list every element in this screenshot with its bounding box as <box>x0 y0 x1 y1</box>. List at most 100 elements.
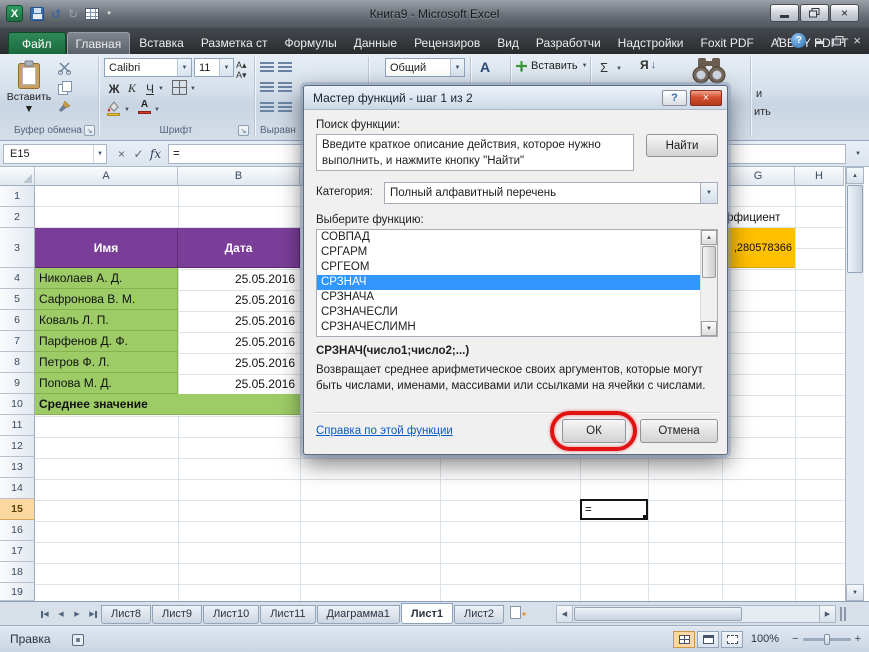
date-cell[interactable]: 25.05.2016 <box>178 352 300 373</box>
fill-color-icon[interactable] <box>106 100 121 116</box>
row-header[interactable]: 16 <box>0 520 35 541</box>
row-header[interactable]: 19 <box>0 583 35 601</box>
scroll-down-icon[interactable]: ▼ <box>701 321 717 336</box>
function-list-item[interactable]: СРЗНАЧА <box>317 290 717 305</box>
name-box-dropdown-icon[interactable]: ▼ <box>93 145 106 163</box>
font-color-icon[interactable]: А <box>138 99 151 114</box>
excel-logo-icon[interactable]: X <box>6 5 23 22</box>
function-search-input[interactable]: Введите краткое описание действия, котор… <box>316 134 634 171</box>
save-icon[interactable] <box>30 7 44 21</box>
name-cell[interactable]: Попова М. Д. <box>35 373 178 394</box>
row-header[interactable]: 12 <box>0 436 35 457</box>
cut-icon[interactable] <box>56 60 72 76</box>
sheet-tab-list11[interactable]: Лист11 <box>260 605 315 624</box>
horizontal-scrollbar[interactable]: ◀ ▶ <box>556 605 836 623</box>
row-header[interactable]: 3 <box>0 228 35 268</box>
tab-vstavka[interactable]: Вставка <box>131 32 192 54</box>
normal-view-button[interactable] <box>673 631 695 648</box>
function-list-item-selected[interactable]: СРЗНАЧ <box>317 275 717 290</box>
font-color-dropdown-icon[interactable]: ▼ <box>154 107 160 113</box>
date-cell[interactable]: 25.05.2016 <box>178 289 300 310</box>
minimize-button[interactable] <box>770 4 799 22</box>
column-header[interactable]: H <box>795 167 844 186</box>
underline-dropdown-icon[interactable]: ▼ <box>158 86 164 92</box>
function-help-link[interactable]: Справка по этой функции <box>316 425 453 437</box>
previous-sheet-button[interactable]: ◀ <box>53 606 69 622</box>
sheet-tab-diagramma1[interactable]: Диаграмма1 <box>317 605 400 624</box>
row-header[interactable]: 8 <box>0 352 35 373</box>
name-cell[interactable]: Парфенов Д. Ф. <box>35 331 178 352</box>
restore-button[interactable] <box>800 4 829 22</box>
row-header[interactable]: 2 <box>0 207 35 228</box>
insert-worksheet-icon[interactable]: * <box>509 605 526 622</box>
column-header[interactable]: G <box>722 167 795 186</box>
font-dialog-launcher[interactable]: ↘ <box>238 125 249 136</box>
bold-button[interactable]: Ж <box>106 80 122 97</box>
sheet-tab-list8[interactable]: Лист8 <box>101 605 151 624</box>
function-list-item[interactable]: СРГАРМ <box>317 245 717 260</box>
align-left-icon[interactable] <box>260 82 274 92</box>
increase-indent-icon[interactable] <box>278 102 292 112</box>
name-box[interactable]: E15 ▼ <box>3 144 107 164</box>
close-button[interactable]: × <box>830 4 859 22</box>
find-select-icon[interactable] <box>690 56 728 84</box>
dialog-close-button[interactable]: × <box>690 90 722 106</box>
dropdown-arrow-icon[interactable]: ▼ <box>700 183 717 203</box>
copy-icon[interactable] <box>56 79 72 95</box>
date-cell[interactable]: 25.05.2016 <box>178 310 300 331</box>
find-button[interactable]: Найти <box>646 134 718 157</box>
zoom-track[interactable] <box>803 638 851 641</box>
name-cell[interactable]: Сафронова В. М. <box>35 289 178 310</box>
collapse-ribbon-icon[interactable]: ∧ <box>775 36 782 46</box>
italic-button[interactable]: К <box>124 80 140 97</box>
zoom-thumb[interactable] <box>824 634 830 645</box>
clipboard-dialog-launcher[interactable]: ↘ <box>84 125 95 136</box>
scroll-right-icon[interactable]: ▶ <box>819 606 835 622</box>
dialog-title-bar[interactable]: Мастер функций - шаг 1 из 2 ? × <box>304 86 727 110</box>
tab-file[interactable]: Файл <box>8 32 66 54</box>
date-cell[interactable]: 25.05.2016 <box>178 373 300 394</box>
decrease-indent-icon[interactable] <box>260 102 274 112</box>
date-cell[interactable]: 25.05.2016 <box>178 331 300 352</box>
zoom-in-icon[interactable]: + <box>855 634 861 645</box>
next-sheet-button[interactable]: ▶ <box>69 606 85 622</box>
workbook-restore-icon[interactable] <box>833 36 844 46</box>
scroll-down-icon[interactable]: ▼ <box>846 584 864 601</box>
sort-filter-icon[interactable]: Я↓ <box>640 58 656 72</box>
row-header[interactable]: 14 <box>0 478 35 499</box>
borders-icon[interactable] <box>172 80 187 95</box>
table-header-date[interactable]: Дата <box>178 228 300 268</box>
date-cell[interactable]: 25.05.2016 <box>178 268 300 289</box>
row-header[interactable]: 11 <box>0 415 35 436</box>
select-all-corner[interactable] <box>0 167 35 186</box>
cancel-button[interactable]: Отмена <box>640 419 718 443</box>
row-header[interactable]: 13 <box>0 457 35 478</box>
scrollbar-thumb[interactable] <box>847 185 863 273</box>
vertical-scrollbar[interactable]: ▲ ▼ <box>845 167 864 601</box>
format-painter-icon[interactable] <box>56 98 72 114</box>
column-header[interactable]: A <box>35 167 178 186</box>
row-header-active[interactable]: 15 <box>0 499 35 520</box>
column-header[interactable]: B <box>178 167 300 186</box>
row-header[interactable]: 5 <box>0 289 35 310</box>
active-cell-e15[interactable]: = <box>580 499 648 520</box>
row-header[interactable]: 17 <box>0 541 35 562</box>
table-header-name[interactable]: Имя <box>35 228 178 268</box>
align-top-icon[interactable] <box>260 62 274 72</box>
autosum-dropdown-icon[interactable]: ▼ <box>616 66 622 72</box>
sheet-tab-list2[interactable]: Лист2 <box>454 605 504 624</box>
qat-dropdown-icon[interactable]: ▼ <box>106 11 112 17</box>
number-format-select[interactable]: Общий ▼ <box>385 58 465 77</box>
name-cell[interactable]: Петров Ф. Л. <box>35 352 178 373</box>
tab-razmetka[interactable]: Разметка ст <box>193 32 276 54</box>
last-sheet-button[interactable]: ▶ <box>85 606 101 622</box>
scrollbar-thumb[interactable] <box>702 246 716 278</box>
first-sheet-button[interactable]: ◀ <box>37 606 53 622</box>
cancel-entry-icon[interactable]: × <box>113 147 130 161</box>
paste-button[interactable]: Вставить ▼ <box>6 58 52 122</box>
scrollbar-thumb[interactable] <box>574 607 742 621</box>
tab-foxit-pdf[interactable]: Foxit PDF <box>693 32 762 54</box>
insert-cells-button[interactable]: Вставить▼ <box>516 60 588 72</box>
row-header[interactable]: 1 <box>0 186 35 207</box>
tab-razrabotchik[interactable]: Разработчи <box>528 32 609 54</box>
